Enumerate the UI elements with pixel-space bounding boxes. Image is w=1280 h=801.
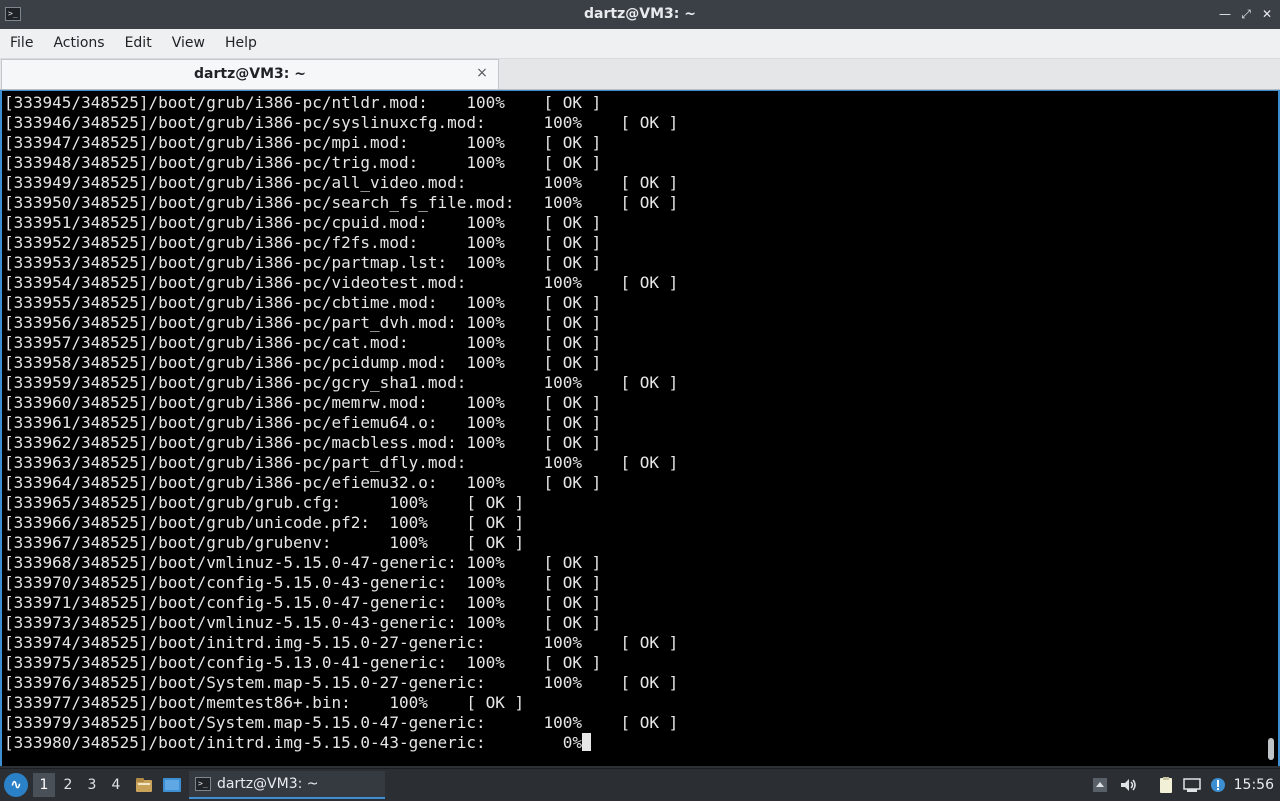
terminal-line: [333965/348525]/boot/grub/grub.cfg: 100%… — [4, 493, 525, 512]
terminal-line: [333956/348525]/boot/grub/i386-pc/part_d… — [4, 313, 602, 332]
terminal-line: [333964/348525]/boot/grub/i386-pc/efiemu… — [4, 473, 602, 492]
terminal-line: [333960/348525]/boot/grub/i386-pc/memrw.… — [4, 393, 602, 412]
scrollbar-thumb[interactable] — [1268, 738, 1274, 760]
terminal-line: [333948/348525]/boot/grub/i386-pc/trig.m… — [4, 153, 602, 172]
terminal-current-text: [333980/348525]/boot/initrd.img-5.15.0-4… — [4, 733, 582, 752]
terminal-line: [333952/348525]/boot/grub/i386-pc/f2fs.m… — [4, 233, 602, 252]
workspace-2[interactable]: 2 — [57, 773, 79, 797]
close-button[interactable]: ✕ — [1259, 6, 1275, 22]
terminal-line: [333954/348525]/boot/grub/i386-pc/videot… — [4, 273, 679, 292]
terminal-line: [333973/348525]/boot/vmlinuz-5.15.0-43-g… — [4, 613, 602, 632]
volume-icon[interactable] — [1118, 775, 1138, 795]
terminal-line: [333955/348525]/boot/grub/i386-pc/cbtime… — [4, 293, 602, 312]
window-titlebar[interactable]: >_ dartz@VM3: ~ — ⤢ ✕ — [0, 0, 1280, 29]
clock[interactable]: 15:56 — [1234, 769, 1274, 801]
workspace-3[interactable]: 3 — [81, 773, 103, 797]
tab-bar: dartz@VM3: ~ × — [0, 59, 1280, 90]
terminal-line: [333963/348525]/boot/grub/i386-pc/part_d… — [4, 453, 679, 472]
show-desktop-icon[interactable] — [162, 775, 182, 795]
minimize-button[interactable]: — — [1217, 6, 1233, 22]
menu-actions[interactable]: Actions — [43, 29, 114, 57]
clipboard-icon[interactable] — [1156, 775, 1176, 795]
tray-expand-icon[interactable] — [1090, 775, 1110, 795]
terminal-line: [333974/348525]/boot/initrd.img-5.15.0-2… — [4, 633, 679, 652]
terminal-line: [333966/348525]/boot/grub/unicode.pf2: 1… — [4, 513, 525, 532]
terminal-line: [333968/348525]/boot/vmlinuz-5.15.0-47-g… — [4, 553, 602, 572]
maximize-button[interactable]: ⤢ — [1238, 6, 1254, 22]
notification-icon[interactable] — [1208, 775, 1228, 795]
terminal-line: [333975/348525]/boot/config-5.13.0-41-ge… — [4, 653, 602, 672]
terminal-text: [333945/348525]/boot/grub/i386-pc/ntldr.… — [4, 93, 678, 753]
terminal-line: [333945/348525]/boot/grub/i386-pc/ntldr.… — [4, 93, 602, 112]
terminal-line: [333977/348525]/boot/memtest86+.bin: 100… — [4, 693, 525, 712]
terminal-line: [333957/348525]/boot/grub/i386-pc/cat.mo… — [4, 333, 602, 352]
terminal-line: [333971/348525]/boot/config-5.15.0-47-ge… — [4, 593, 602, 612]
terminal-line: [333967/348525]/boot/grub/grubenv: 100% … — [4, 533, 525, 552]
menubar: File Actions Edit View Help — [0, 29, 1280, 59]
menu-edit[interactable]: Edit — [115, 29, 162, 57]
window-title: dartz@VM3: ~ — [584, 6, 696, 22]
terminal-line: [333951/348525]/boot/grub/i386-pc/cpuid.… — [4, 213, 602, 232]
workspace-4[interactable]: 4 — [105, 773, 127, 797]
terminal-line: [333946/348525]/boot/grub/i386-pc/syslin… — [4, 113, 679, 132]
start-menu-icon[interactable]: ∿ — [4, 773, 28, 797]
menu-view[interactable]: View — [162, 29, 215, 57]
terminal-line-current: [333980/348525]/boot/initrd.img-5.15.0-4… — [4, 733, 678, 753]
network-icon[interactable] — [1182, 775, 1202, 795]
tab-close-icon[interactable]: × — [474, 65, 490, 81]
terminal-line: [333949/348525]/boot/grub/i386-pc/all_vi… — [4, 173, 679, 192]
terminal-line: [333953/348525]/boot/grub/i386-pc/partma… — [4, 253, 602, 272]
terminal-output[interactable]: [333945/348525]/boot/grub/i386-pc/ntldr.… — [0, 90, 1280, 766]
menu-file[interactable]: File — [0, 29, 43, 57]
terminal-line: [333961/348525]/boot/grub/i386-pc/efiemu… — [4, 413, 602, 432]
taskbar-task-terminal[interactable]: >_ dartz@VM3: ~ — [189, 771, 385, 799]
terminal-tab[interactable]: dartz@VM3: ~ × — [1, 59, 499, 89]
workspace-1[interactable]: 1 — [33, 773, 55, 797]
file-manager-icon[interactable] — [134, 775, 154, 795]
terminal-cursor — [581, 733, 591, 751]
terminal-line: [333976/348525]/boot/System.map-5.15.0-2… — [4, 673, 679, 692]
terminal-line: [333962/348525]/boot/grub/i386-pc/macble… — [4, 433, 602, 452]
terminal-icon: >_ — [195, 777, 211, 791]
tab-label: dartz@VM3: ~ — [194, 66, 306, 82]
terminal-line: [333947/348525]/boot/grub/i386-pc/mpi.mo… — [4, 133, 602, 152]
terminal-line: [333979/348525]/boot/System.map-5.15.0-4… — [4, 713, 679, 732]
menu-help[interactable]: Help — [215, 29, 267, 57]
task-label: dartz@VM3: ~ — [217, 776, 319, 792]
terminal-line: [333959/348525]/boot/grub/i386-pc/gcry_s… — [4, 373, 679, 392]
terminal-line: [333958/348525]/boot/grub/i386-pc/pcidum… — [4, 353, 602, 372]
terminal-line: [333950/348525]/boot/grub/i386-pc/search… — [4, 193, 679, 212]
taskbar: ∿ 1 2 3 4 >_ dartz@VM3: ~ 15:56 — [0, 768, 1280, 801]
terminal-line: [333970/348525]/boot/config-5.15.0-43-ge… — [4, 573, 602, 592]
